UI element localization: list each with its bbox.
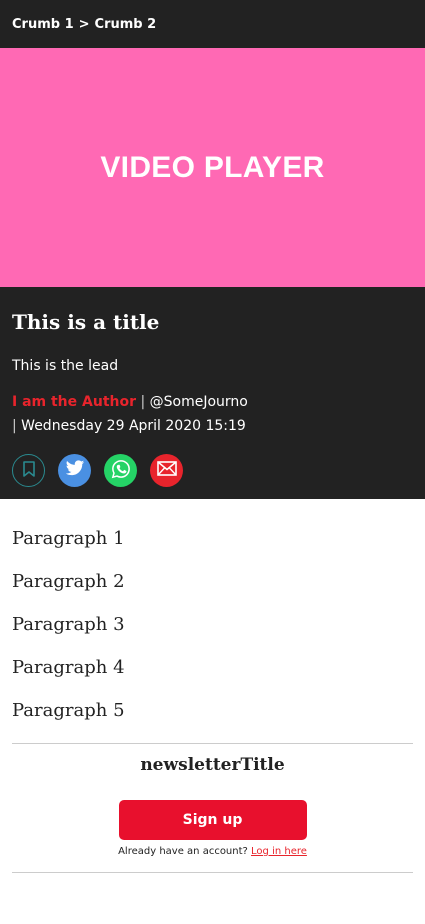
login-prompt-text: Already have an account? [118,846,248,857]
video-player-label: VIDEO PLAYER [100,150,325,184]
share-bar [12,454,413,487]
breadcrumb-separator: > [78,16,90,32]
publish-date: Wednesday 29 April 2020 15:19 [21,418,246,434]
author-handle: @SomeJourno [149,394,248,410]
email-share-button[interactable] [150,454,183,487]
login-prompt: Already have an account? Log in here [12,846,413,857]
byline-separator: | [140,394,146,410]
bookmark-button[interactable] [12,454,45,487]
paragraph: Paragraph 1 [12,528,125,549]
video-player[interactable]: VIDEO PLAYER [0,48,425,287]
newsletter-signup: newsletterTitle Sign up Already have an … [12,743,413,873]
email-icon [156,461,177,480]
paragraph: Paragraph 4 [12,657,125,678]
twitter-icon [65,460,85,481]
whatsapp-icon [111,459,131,483]
sign-up-button[interactable]: Sign up [118,800,307,840]
article-header: This is a title This is the lead I am th… [0,287,425,499]
date-separator: | [12,418,17,434]
paragraph: Paragraph 5 [12,700,125,721]
twitter-share-button[interactable] [58,454,91,487]
breadcrumb-bar: Crumb 1 > Crumb 2 [0,0,425,48]
paragraph: Paragraph 2 [12,571,125,592]
bookmark-icon [22,460,36,481]
whatsapp-share-button[interactable] [104,454,137,487]
paragraph: Paragraph 3 [12,614,125,635]
article-body: Paragraph 1 Paragraph 2 Paragraph 3 Para… [0,499,425,723]
article-title: This is a title [12,310,160,334]
login-link[interactable]: Log in here [251,846,307,857]
article-lead: This is the lead [12,358,119,374]
author-link[interactable]: I am the Author [12,394,136,410]
newsletter-title: newsletterTitle [140,755,285,775]
article-byline: I am the Author | @SomeJourno | Wednesda… [12,390,413,438]
breadcrumb-item-1[interactable]: Crumb 1 [12,17,74,32]
breadcrumb-item-2[interactable]: Crumb 2 [95,17,157,32]
